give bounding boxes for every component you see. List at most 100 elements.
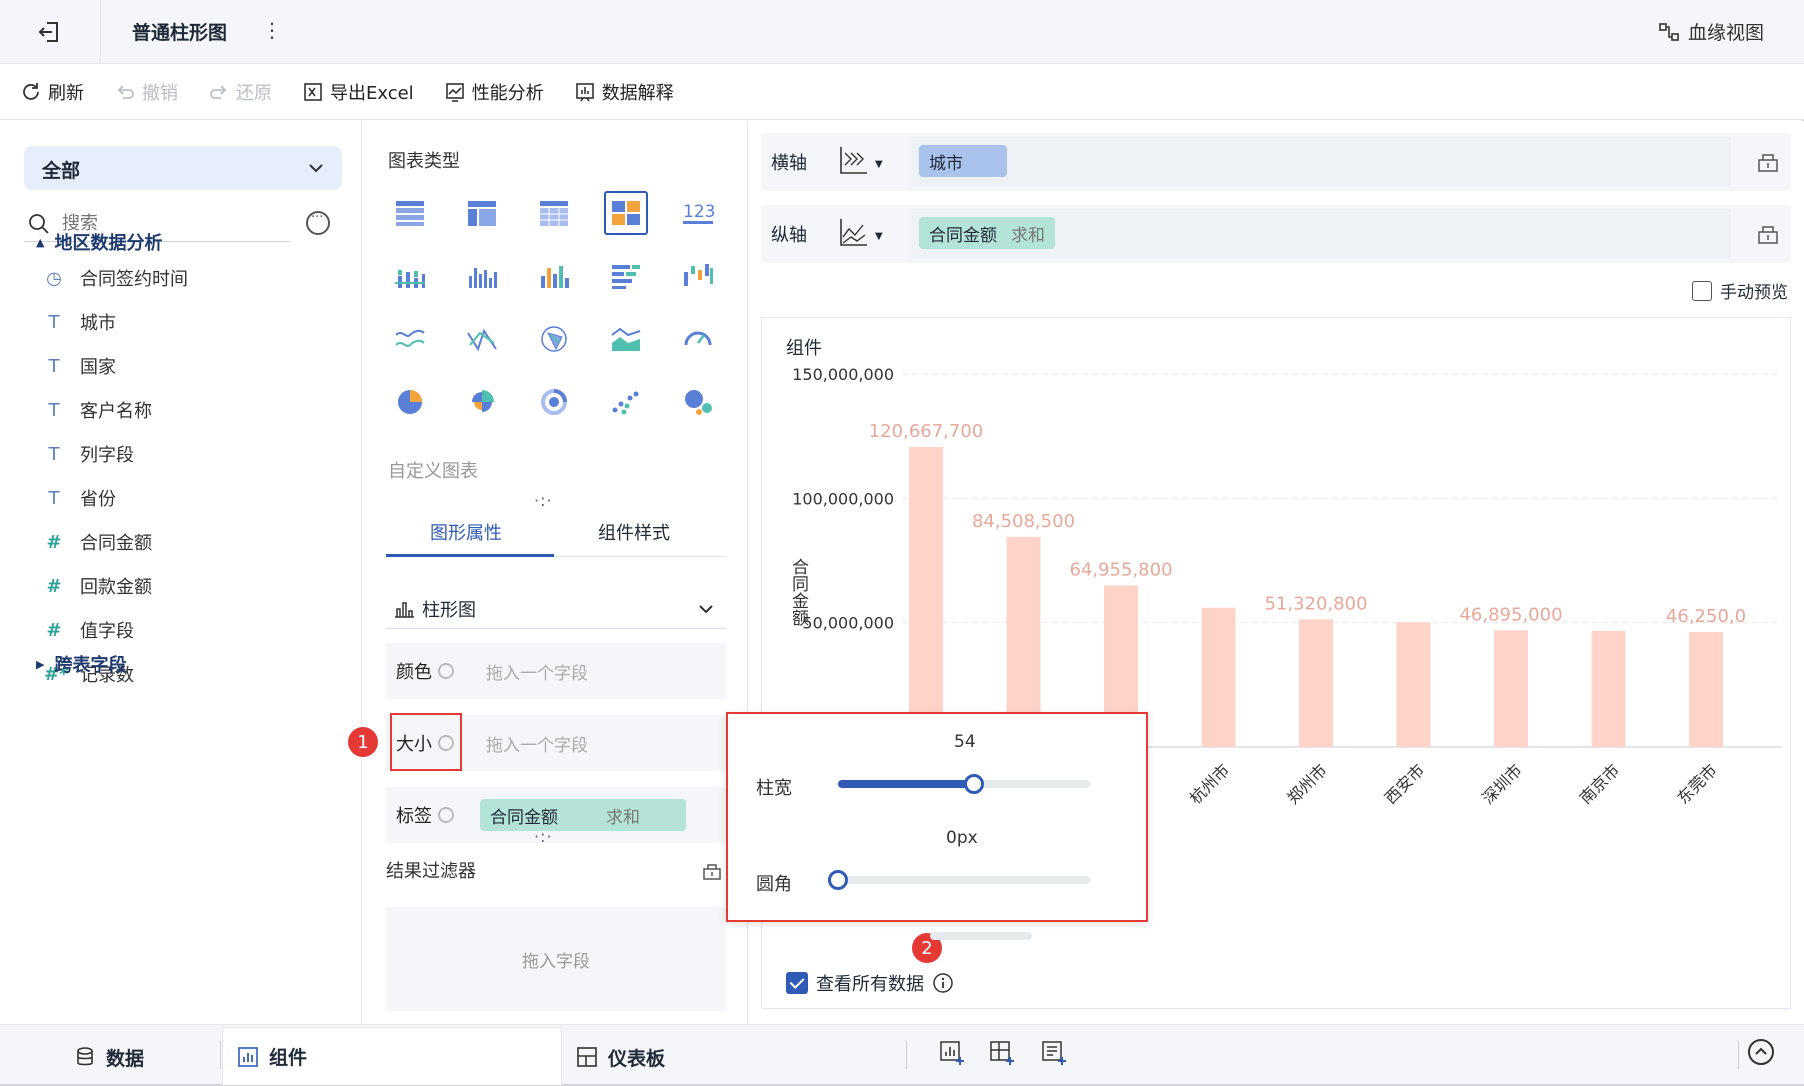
corner-radius-slider-handle[interactable] [828,870,848,890]
resize-handle[interactable]: ·:· [534,827,553,846]
export-excel-button[interactable]: 导出Excel [302,79,414,105]
chart-type-polyline-icon[interactable] [460,317,504,361]
scope-select[interactable]: 全部 [24,146,342,190]
view-all-data-toggle[interactable]: 查看所有数据 [786,970,954,996]
field-item[interactable]: T 国家 [44,353,117,379]
corner-radius-value: 0px [946,828,978,848]
chart-type-pivot-icon[interactable] [460,191,504,235]
chart-type-stacked-bar-icon[interactable] [388,254,432,298]
add-component-icon[interactable] [938,1039,966,1067]
tab-component[interactable]: 组件 [222,1027,562,1085]
chart-type-scatter-icon[interactable] [604,380,648,424]
tab-component-style[interactable]: 组件样式 [598,519,670,545]
bar-width-slider-handle[interactable] [964,774,985,794]
text-type-icon: T [48,399,60,421]
tab-dashboard-label: 仪表板 [608,1047,666,1070]
result-filter-title: 结果过滤器 [386,861,476,882]
chart-type-pie-icon[interactable] [388,380,432,424]
chart-type-waterfall-icon[interactable] [676,254,720,298]
tree-group-region-analysis[interactable]: ▲ 地区数据分析 [36,229,162,255]
chart-type-donut-icon[interactable] [532,380,576,424]
color-drop-zone[interactable]: 拖入一个字段 [480,659,588,684]
chart-type-detail-table-icon[interactable] [532,191,576,235]
field-item[interactable]: T 省份 [44,485,117,511]
y-axis-type-button[interactable]: ▼ [831,205,891,263]
x-axis-type-button[interactable]: ▼ [831,133,891,191]
tab-data[interactable]: 数据 [74,1037,144,1077]
excel-icon [304,82,322,101]
chevron-down-icon [699,605,713,614]
custom-chart-link[interactable]: 自定义图表 [388,457,478,483]
field-panel: 全部 ▲ 地区数据分析 ◷ 合同签约时间 T 城市 T 国家 T 客户名称 T 列字段 T 省份 # 合同… [0,121,362,1024]
performance-icon [445,82,464,102]
redo-label: 还原 [236,82,272,104]
performance-analysis-button[interactable]: 性能分析 [444,79,544,105]
field-item[interactable]: ◷ 合同签约时间 [44,265,188,291]
chart-type-table-icon[interactable] [388,191,432,235]
data-label: 120,667,700 [869,421,984,442]
number-type-icon: # [46,575,62,597]
tab-dashboard[interactable]: 仪表板 [576,1037,665,1077]
undo-button[interactable]: 撤销 [114,79,178,105]
chart-type-bar-icon[interactable] [460,254,504,298]
data-explain-button[interactable]: 数据解释 [574,79,674,105]
result-filter-drop-zone[interactable]: 拖入字段 [386,907,726,1011]
chart-type-rose-icon[interactable] [460,380,504,424]
view-all-data-checkbox[interactable] [786,972,808,994]
x-field-pill[interactable]: 城市 [919,145,1007,177]
lock-icon[interactable] [1757,151,1779,173]
add-report-icon[interactable] [1040,1039,1068,1067]
chart-type-area-icon[interactable] [604,317,648,361]
more-options-icon[interactable] [306,210,330,235]
y-field-pill[interactable]: 合同金额 求和 [919,217,1055,249]
color-label-wrap: 颜色 [386,658,480,684]
bar-width-value: 54 [954,732,976,752]
axis-stack-icon [840,147,867,174]
data-label: 84,508,500 [972,511,1075,532]
manual-preview-checkbox[interactable] [1692,280,1712,301]
lineage-view-button[interactable]: 血缘视图 [1658,18,1764,45]
redo-button[interactable]: 还原 [208,79,272,105]
chart-type-bubble-icon[interactable] [676,380,720,424]
chart-type-kpi-card-icon[interactable] [604,191,648,235]
y-axis-drop-area[interactable]: 合同金额 求和 [911,209,1731,259]
chart-kind-select[interactable]: 柱形图 [386,589,726,629]
refresh-button[interactable]: 刷新 [20,79,84,105]
tree-group-cross-table[interactable]: ▶ 跨表字段 [36,651,126,677]
chart-type-number-icon[interactable]: 123 [676,191,720,235]
chart-type-radar-icon[interactable] [532,317,576,361]
label-field-name: 合同金额 [490,807,558,828]
x-axis-drop-area[interactable]: 城市 [911,137,1731,187]
property-tabs: 图形属性 组件样式 [386,507,726,557]
gear-icon[interactable] [438,663,454,679]
chart-type-horizontal-bar-icon[interactable] [604,254,648,298]
bottom-bar: 数据 组件 仪表板 [0,1024,1804,1085]
info-icon[interactable] [932,972,954,994]
chart-type-line-icon[interactable] [388,317,432,361]
field-item[interactable]: # 合同金额 [44,529,152,555]
lock-icon[interactable] [1757,223,1779,245]
add-dashboard-icon[interactable] [988,1039,1016,1067]
field-item[interactable]: # 回款金额 [44,573,152,599]
tab-graph-properties[interactable]: 图形属性 [430,519,502,545]
gear-icon[interactable] [438,807,454,823]
corner-radius-slider[interactable] [828,870,1090,890]
label-label: 标签 [396,806,432,827]
label-field-pill[interactable]: 合同金额 求和 [480,799,686,831]
chart-type-gauge-icon[interactable] [676,317,720,361]
lock-icon[interactable] [702,861,722,881]
caret-down-icon: ▼ [875,159,883,170]
chart-scrollbar[interactable] [930,932,1032,940]
field-item[interactable]: T 列字段 [44,441,135,467]
refresh-icon [23,82,39,100]
more-menu-icon[interactable]: ⋮ [262,18,282,42]
collapse-up-icon[interactable] [1748,1039,1774,1065]
size-drop-zone[interactable]: 拖入一个字段 [480,731,588,756]
manual-preview-toggle[interactable]: 手动预览 [1692,278,1788,303]
field-item[interactable]: # 值字段 [44,617,134,643]
field-item[interactable]: T 客户名称 [44,397,153,423]
bar-width-slider[interactable] [838,774,1090,794]
chart-type-grouped-bar-icon[interactable] [532,254,576,298]
exit-icon[interactable] [36,18,64,46]
field-item[interactable]: T 城市 [44,309,117,335]
